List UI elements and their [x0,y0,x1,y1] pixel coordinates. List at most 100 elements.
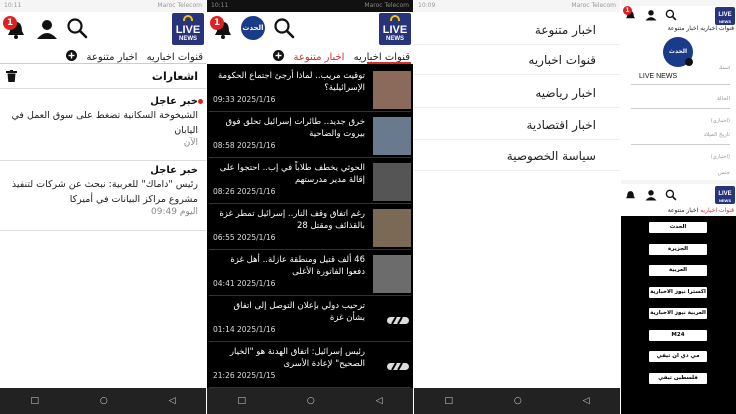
news-thumbnail [373,209,411,247]
drawer-item-privacy[interactable]: سياسة الخصوصية [414,141,620,171]
app-logo[interactable]: LIVE NEWS [715,186,735,204]
optional-hint: (اختياري) [710,118,730,124]
home-button[interactable]: ○ [100,396,108,406]
profile-name: LIVE NEWS [639,73,678,80]
channel-button[interactable]: فلسطين تيفي [649,372,707,384]
search-icon[interactable] [665,9,677,21]
news-time: 21:26 2025/1/15 [213,371,276,380]
tab-channels[interactable]: قنوات اخباريه [147,52,203,63]
channel-button[interactable]: مي دي ان تيفي [649,351,707,362]
channel-button[interactable]: M24 [649,329,707,341]
notification-item[interactable]: خبر عاجل رئيس "داماك" للعربية: نبحث عن ش… [8,165,198,217]
recents-button[interactable]: □ [237,396,246,406]
notification-body: رئيس "داماك" للعربية: نبحث عن شركات لتنف… [11,179,198,205]
status-carrier: Maroc Telecom [571,2,616,9]
notification-time: الآن [183,138,198,148]
birthdate-field[interactable]: تاريخ الميلاد [704,132,730,138]
back-button[interactable]: ◁ [583,396,590,406]
channel-button[interactable]: الجزيرة [649,243,707,255]
home-button[interactable]: ○ [514,396,522,406]
profile-icon[interactable] [645,9,657,21]
drawer-item-varied[interactable]: اخبار متنوعة [414,15,620,45]
notification-body: الشيخوخة السكانية تضغط على سوق العمل في … [11,110,198,136]
recents-button[interactable]: □ [444,396,453,406]
loading-placeholder-icon [373,347,411,385]
app-logo[interactable]: LIVE NEWS [172,13,204,45]
search-icon[interactable] [273,17,295,39]
notifications-title: اشعارات [151,70,198,83]
news-title: 46 ألف قتيل ومنطقة عازلة.. أهل غزة دفعوا… [230,255,365,277]
bell-icon[interactable] [625,190,636,201]
drawer-screen: 10:09 Maroc Telecom اخبار متنوعة قنوات ا… [414,0,620,414]
recents-button[interactable]: □ [30,396,39,406]
app-logo[interactable]: LIVE NEWS [715,7,735,25]
channel-button[interactable]: اكسترا نيوز الاخبارية [649,286,707,298]
drawer-item-sports[interactable]: اخبار رياضيه [414,78,620,108]
news-text: رغم اتفاق وقف النار.. إسرائيل تمطر غزة ب… [209,205,369,249]
gender-field[interactable]: جنس [718,170,730,176]
edit-avatar-icon[interactable] [685,58,693,66]
channel-avatar[interactable]: الحدث [241,16,265,40]
home-button[interactable]: ○ [307,396,315,406]
tab-varied[interactable]: اخبار متنوعة [668,207,699,214]
news-item[interactable]: رغم اتفاق وقف النار.. إسرائيل تمطر غزة ب… [209,205,411,250]
notification-label: خبر عاجل [150,165,198,176]
profile-icon[interactable] [36,18,58,40]
status-time: 10:11 [4,2,22,9]
search-icon[interactable] [665,189,677,201]
news-item[interactable]: توقيت مريب.. لماذا أرجئ اجتماع الحكومة ا… [209,67,411,112]
notification-item[interactable]: خبر عاجل الشيخوخة السكانية تضغط على سوق … [8,96,203,148]
news-title: خرق جديد.. طائرات إسرائيل تحلق فوق بيروت… [225,117,365,139]
add-icon[interactable] [66,50,78,61]
status-time: 10:11 [211,2,229,9]
tab-varied[interactable]: اخبار متنوعة [87,52,138,63]
add-icon[interactable] [273,50,285,61]
notification-label: خبر عاجل [150,96,198,107]
news-title: رئيس إسرائيل: اتفاق الهدنة هو "الخيار ال… [229,347,365,369]
status-time: 10:09 [418,2,436,9]
channel-button[interactable]: العربية نيوز الاخبارية [649,308,707,319]
news-thumbnail [373,71,411,109]
news-thumbnail [373,163,411,201]
tab-varied[interactable]: اخبار متنوعة [668,25,699,32]
news-item[interactable]: خرق جديد.. طائرات إسرائيل تحلق فوق بيروت… [209,113,411,158]
channel-button[interactable]: العربية [649,265,707,276]
notification-badge: 1 [210,16,224,30]
news-title: رغم اتفاق وقف النار.. إسرائيل تمطر غزة ب… [219,209,365,231]
name-label: اسمك [718,66,730,71]
back-button[interactable]: ◁ [376,396,383,406]
status-bar: 10:11 Maroc Telecom [207,0,413,12]
tab-bar: قنوات اخباريه اخبار متنوعة [668,25,734,32]
news-item[interactable]: ترحيب دولي بإعلان التوصل إلى اتفاق بشأن … [209,297,411,342]
notification-time: اليوم 09:49 [151,207,198,217]
back-button[interactable]: ◁ [169,396,176,406]
system-nav-bar: □ ○ ◁ [414,388,620,414]
status-bar: 10:09 Maroc Telecom [414,0,620,12]
tab-channels[interactable]: قنوات اخباريه [700,25,734,32]
notification-badge: 1 [623,6,632,15]
tab-channels-active[interactable]: قنوات اخباريه [700,207,734,214]
app-logo[interactable]: LIVE NEWS [379,13,411,45]
news-text: توقيت مريب.. لماذا أرجئ اجتماع الحكومة ا… [209,67,369,111]
notifications-screen: 10:11 Maroc Telecom LIVE NEWS 1 قنوات اخب… [0,0,206,414]
profile-icon[interactable] [645,189,657,201]
search-icon[interactable] [66,17,88,39]
drawer-item-channels[interactable]: قنوات اخباريه [414,45,620,75]
tab-varied-active[interactable]: اخبار متنوعة [294,52,345,63]
channel-button[interactable]: الحدث [649,222,707,233]
status-carrier: Maroc Telecom [157,2,202,9]
news-item[interactable]: الحوثي يخطف طلاباً في إب.. احتجوا على إق… [209,159,411,204]
news-title: الحوثي يخطف طلاباً في إب.. احتجوا على إق… [219,163,365,185]
news-item[interactable]: رئيس إسرائيل: اتفاق الهدنة هو "الخيار ال… [209,343,411,388]
tab-bar: قنوات اخباريه اخبار متنوعة [668,207,734,214]
news-thumbnail [373,255,411,293]
system-nav-bar: □ ○ ◁ [207,388,413,414]
trash-icon[interactable] [6,70,17,82]
news-time: 06:55 2025/1/16 [213,233,276,242]
news-time: 08:58 2025/1/16 [213,141,276,150]
news-text: ترحيب دولي بإعلان التوصل إلى اتفاق بشأن … [209,297,369,341]
status-field[interactable]: الحالة [717,96,730,102]
news-item[interactable]: 46 ألف قتيل ومنطقة عازلة.. أهل غزة دفعوا… [209,251,411,296]
news-list-screen: 10:11 Maroc Telecom LIVE NEWS الحدث 1 قنو… [207,0,413,414]
drawer-item-economy[interactable]: اخبار اقتصادية [414,110,620,140]
